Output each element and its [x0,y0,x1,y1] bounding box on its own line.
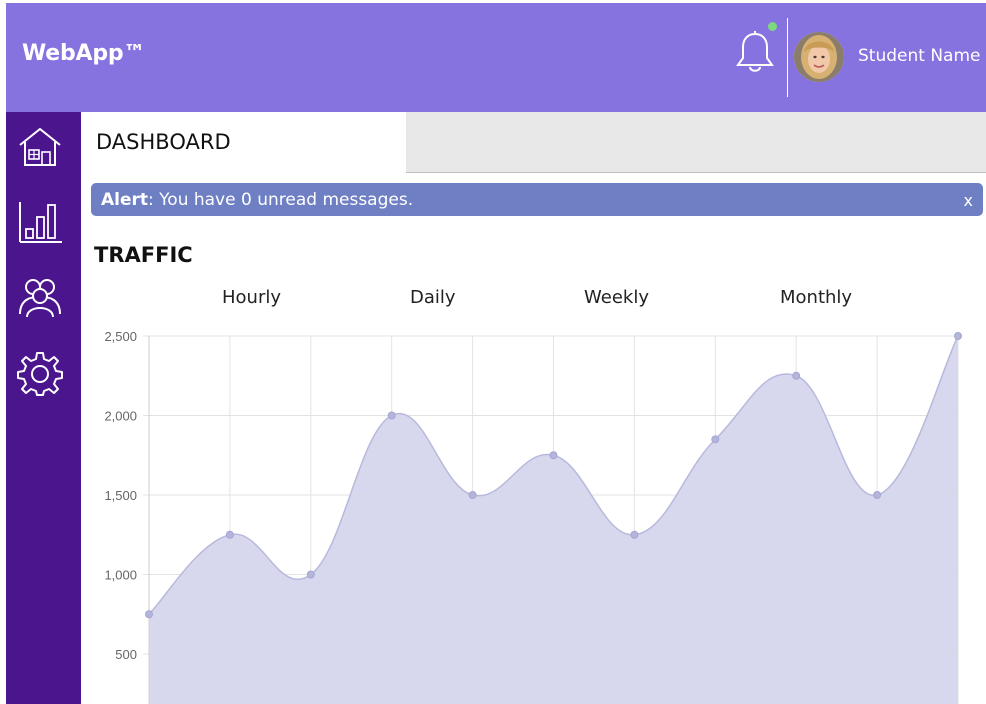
app-brand[interactable]: WebApp™ [22,41,145,66]
data-point [468,491,477,499]
header-bar: WebApp™ Student Name [6,3,986,112]
data-point [306,570,315,579]
data-point [225,530,234,539]
range-tab-daily[interactable]: Daily [410,287,456,308]
range-tab-monthly[interactable]: Monthly [780,287,852,308]
alert-message: : You have 0 unread messages. [148,190,414,210]
gear-icon[interactable] [17,350,63,396]
alert-title: Alert [101,190,149,210]
tab-dashboard[interactable]: DASHBOARD [81,112,407,172]
tab-dashboard-label: DASHBOARD [96,130,231,154]
y-tick-label: 1,500 [104,488,137,503]
sidebar [6,112,81,704]
range-tab-hourly[interactable]: Hourly [222,287,281,308]
alert-text: Alert: You have 0 unread messages. [101,190,413,210]
data-point [711,435,720,444]
y-tick-label: 2,000 [104,409,137,424]
data-point [145,610,153,619]
data-point [549,451,558,460]
y-tick-label: 1,000 [104,568,137,583]
header-divider [787,18,788,97]
notification-dot [768,22,777,31]
bar-chart-icon[interactable] [17,199,63,245]
bell-icon[interactable] [734,30,776,76]
users-icon[interactable] [17,274,63,320]
avatar-image [794,32,844,82]
data-point [792,371,801,380]
avatar[interactable] [794,32,844,82]
alert-banner: Alert: You have 0 unread messages. x [91,183,983,216]
tab-bar-empty [406,112,986,173]
y-tick-label: 500 [115,647,137,662]
data-point [630,530,639,539]
data-point [387,411,396,420]
data-point [954,332,962,340]
data-point [873,491,882,499]
user-name[interactable]: Student Name [858,46,980,66]
range-tab-weekly[interactable]: Weekly [584,287,649,308]
traffic-chart: 2,500 2,000 1,500 1,000 500 [104,329,962,704]
alert-close-button[interactable]: x [964,191,973,210]
home-icon[interactable] [17,124,63,170]
traffic-title: TRAFFIC [94,243,193,267]
y-tick-label: 2,500 [104,329,137,344]
